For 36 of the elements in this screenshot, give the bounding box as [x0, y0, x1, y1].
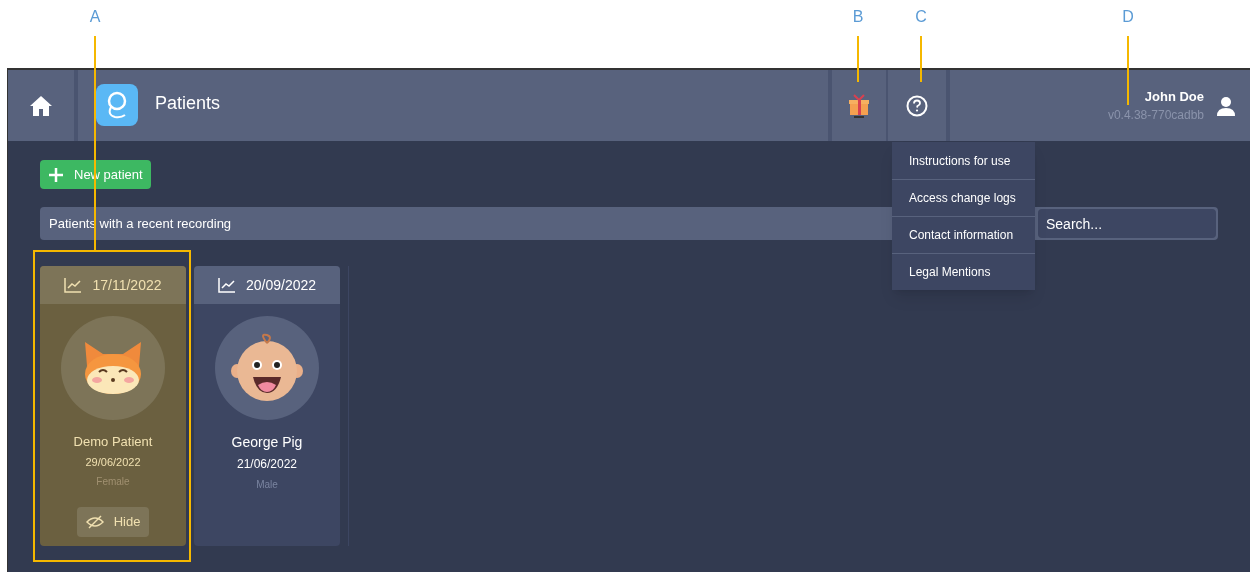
user-name: John Doe [1144, 87, 1204, 106]
annotation-letter: D [1121, 7, 1135, 27]
menu-item[interactable]: Instructions for use [892, 142, 1035, 179]
plus-icon [48, 166, 64, 183]
recording-date: 20/09/2022 [245, 275, 317, 295]
menu-item[interactable]: Access change logs [892, 179, 1035, 216]
user-button[interactable] [1216, 95, 1236, 116]
birth-date: 21/06/2022 [236, 456, 298, 473]
patient-card[interactable]: 20/09/2022 George Pig 21/06/2022 Male [194, 266, 340, 546]
user-icon [1216, 95, 1236, 116]
annotation-line [920, 36, 922, 82]
annotation-line [857, 36, 859, 82]
home-icon [29, 94, 53, 117]
annotation-letter: C [914, 7, 928, 27]
section-title: Patients with a recent recording [49, 214, 233, 233]
patient-name: Demo Patient [73, 433, 153, 451]
menu-item[interactable]: Legal Mentions [892, 253, 1035, 290]
recording-date: 17/11/2022 [92, 275, 162, 295]
gift-button[interactable] [828, 70, 888, 141]
chart-line-icon [64, 277, 83, 293]
birth-date: 29/06/2022 [85, 454, 141, 470]
annotation-letter: A [88, 7, 102, 27]
search-field[interactable]: Search... [1038, 209, 1216, 238]
app-logo [96, 84, 138, 126]
annotation-letter: B [851, 7, 865, 27]
page-title: Patients [155, 92, 221, 115]
annotation-line [1127, 36, 1129, 105]
gender-label: Male [256, 478, 278, 492]
menu-item[interactable]: Contact information [892, 216, 1035, 253]
help-icon [906, 94, 928, 117]
baby-avatar-icon [229, 333, 305, 403]
eye-slash-icon [85, 515, 104, 529]
gift-icon [848, 93, 870, 118]
chart-line-icon [217, 277, 236, 293]
patient-name: George Pig [231, 433, 303, 452]
hide-button[interactable]: Hide [76, 507, 150, 537]
